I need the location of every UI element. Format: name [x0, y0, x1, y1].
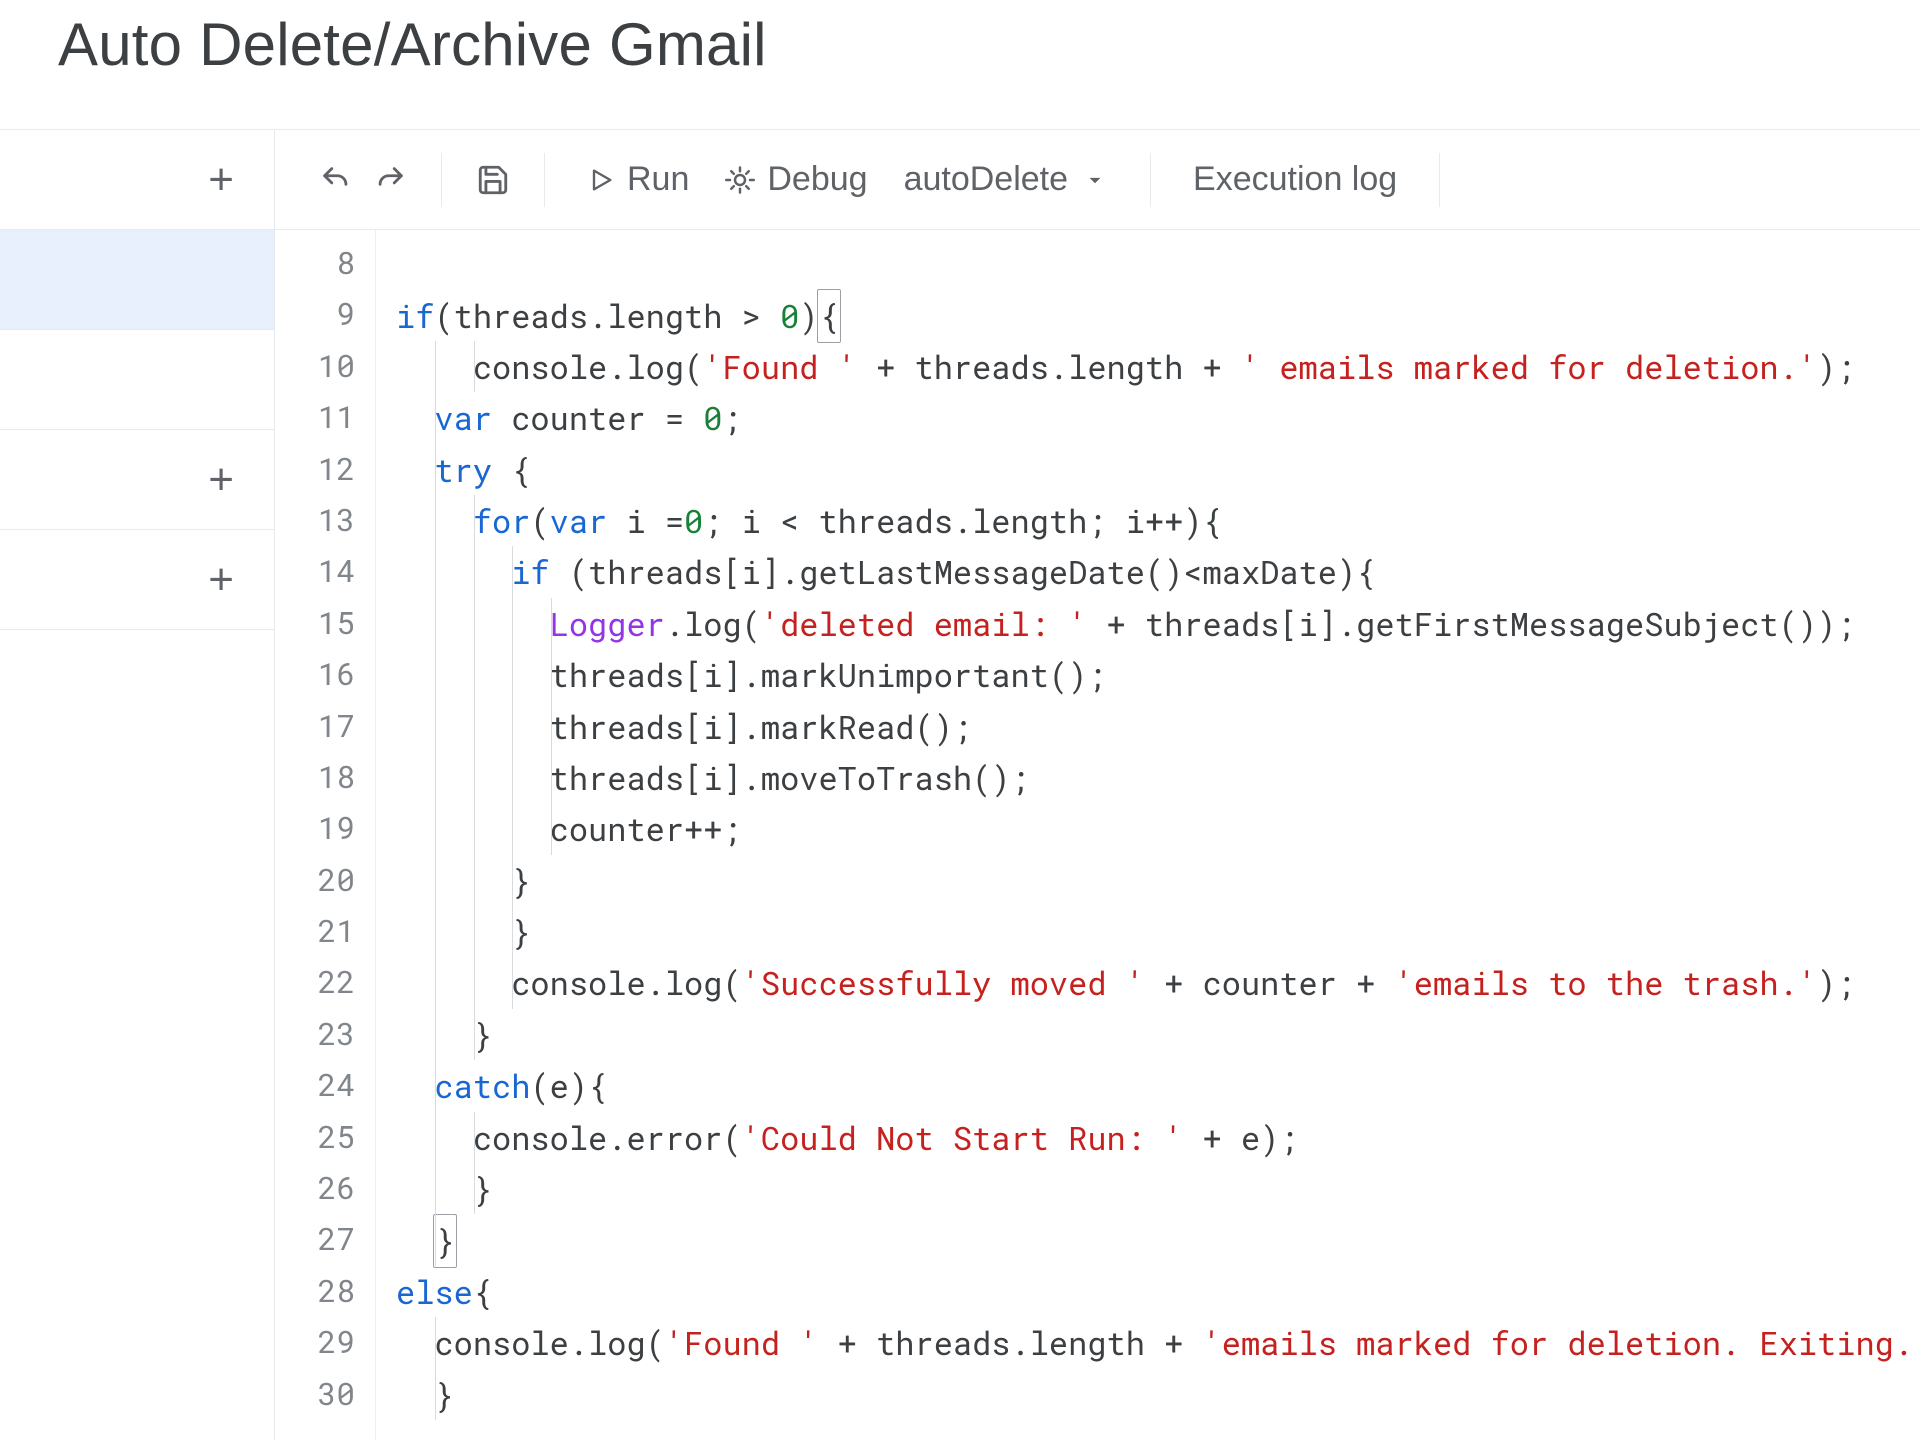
code-line[interactable]: threads[i].moveToTrash(); — [396, 752, 1920, 803]
run-label: Run — [627, 160, 689, 199]
line-number: 18 — [275, 752, 375, 803]
editor-area: Run Debug autoDelete Execution log 89101… — [275, 130, 1920, 1440]
code-line[interactable]: console.log('Found ' + threads.length + … — [396, 1317, 1920, 1368]
undo-button[interactable] — [309, 153, 363, 207]
line-number: 20 — [275, 855, 375, 906]
code-line[interactable]: var counter = 0; — [396, 392, 1920, 443]
redo-button[interactable] — [363, 153, 417, 207]
side-panel-row[interactable] — [0, 230, 274, 330]
line-number: 22 — [275, 957, 375, 1008]
code-line[interactable]: console.log('Found ' + threads.length + … — [396, 341, 1920, 392]
code-line[interactable] — [396, 238, 1920, 289]
side-panel: + + + — [0, 130, 275, 1440]
code-line[interactable]: } — [396, 906, 1920, 957]
function-select[interactable]: autoDelete — [886, 160, 1126, 199]
line-number: 16 — [275, 649, 375, 700]
toolbar-separator — [1150, 153, 1151, 207]
code-line[interactable]: threads[i].markUnimportant(); — [396, 649, 1920, 700]
toolbar-separator — [1439, 153, 1440, 207]
plus-icon: + — [208, 558, 234, 602]
code-line[interactable]: Logger.log('deleted email: ' + threads[i… — [396, 598, 1920, 649]
side-panel-row[interactable] — [0, 330, 274, 430]
code-line[interactable]: else{ — [396, 1266, 1920, 1317]
toolbar-separator — [441, 153, 442, 207]
code-editor[interactable]: 8910111213141516171819202122232425262728… — [275, 230, 1920, 1440]
side-panel-row[interactable]: + — [0, 130, 274, 230]
code-line[interactable]: } — [396, 1214, 1920, 1265]
run-button[interactable]: Run — [569, 160, 707, 199]
save-icon — [476, 163, 510, 197]
play-icon — [587, 166, 615, 194]
side-panel-row[interactable]: + — [0, 530, 274, 630]
line-number: 13 — [275, 495, 375, 546]
line-number: 21 — [275, 906, 375, 957]
code-line[interactable]: threads[i].markRead(); — [396, 701, 1920, 752]
debug-icon — [725, 165, 755, 195]
line-number: 11 — [275, 392, 375, 443]
line-number: 25 — [275, 1112, 375, 1163]
line-number: 28 — [275, 1266, 375, 1317]
code-line[interactable]: console.log('Successfully moved ' + coun… — [396, 957, 1920, 1008]
plus-icon: + — [208, 158, 234, 202]
code-line[interactable]: catch(e){ — [396, 1060, 1920, 1111]
line-number: 29 — [275, 1317, 375, 1368]
code-line[interactable]: } — [396, 1163, 1920, 1214]
plus-icon: + — [208, 458, 234, 502]
save-button[interactable] — [466, 153, 520, 207]
line-number: 17 — [275, 701, 375, 752]
line-number-gutter: 8910111213141516171819202122232425262728… — [275, 230, 375, 1440]
line-number: 26 — [275, 1163, 375, 1214]
line-number: 14 — [275, 546, 375, 597]
line-number: 19 — [275, 803, 375, 854]
side-panel-row[interactable]: + — [0, 430, 274, 530]
line-number: 8 — [275, 238, 375, 289]
redo-icon — [373, 163, 407, 197]
toolbar-separator — [544, 153, 545, 207]
debug-label: Debug — [767, 160, 867, 199]
execution-log-label: Execution log — [1193, 160, 1397, 199]
code-line[interactable]: } — [396, 1369, 1920, 1420]
line-number: 24 — [275, 1060, 375, 1111]
main-area: +++ Run Debug a — [0, 130, 1920, 1440]
code-line[interactable]: console.error('Could Not Start Run: ' + … — [396, 1112, 1920, 1163]
line-number: 12 — [275, 444, 375, 495]
code-content[interactable]: if(threads.length > 0){ console.log('Fou… — [375, 230, 1920, 1440]
code-line[interactable]: counter++; — [396, 803, 1920, 854]
code-line[interactable]: for(var i =0; i < threads.length; i++){ — [396, 495, 1920, 546]
code-line[interactable]: } — [396, 1009, 1920, 1060]
title-bar: Auto Delete/Archive Gmail — [0, 0, 1920, 130]
execution-log-button[interactable]: Execution log — [1175, 160, 1415, 199]
line-number: 9 — [275, 289, 375, 340]
debug-button[interactable]: Debug — [707, 160, 885, 199]
line-number: 27 — [275, 1214, 375, 1265]
line-number: 23 — [275, 1009, 375, 1060]
line-number: 10 — [275, 341, 375, 392]
code-line[interactable]: } — [396, 855, 1920, 906]
line-number: 15 — [275, 598, 375, 649]
code-line[interactable]: try { — [396, 444, 1920, 495]
chevron-down-icon — [1082, 167, 1108, 193]
line-number: 30 — [275, 1369, 375, 1420]
function-selected-label: autoDelete — [904, 160, 1068, 199]
code-line[interactable]: if (threads[i].getLastMessageDate()<maxD… — [396, 546, 1920, 597]
code-line[interactable]: if(threads.length > 0){ — [396, 289, 1920, 340]
project-title[interactable]: Auto Delete/Archive Gmail — [58, 10, 767, 79]
undo-icon — [319, 163, 353, 197]
toolbar: Run Debug autoDelete Execution log — [275, 130, 1920, 230]
